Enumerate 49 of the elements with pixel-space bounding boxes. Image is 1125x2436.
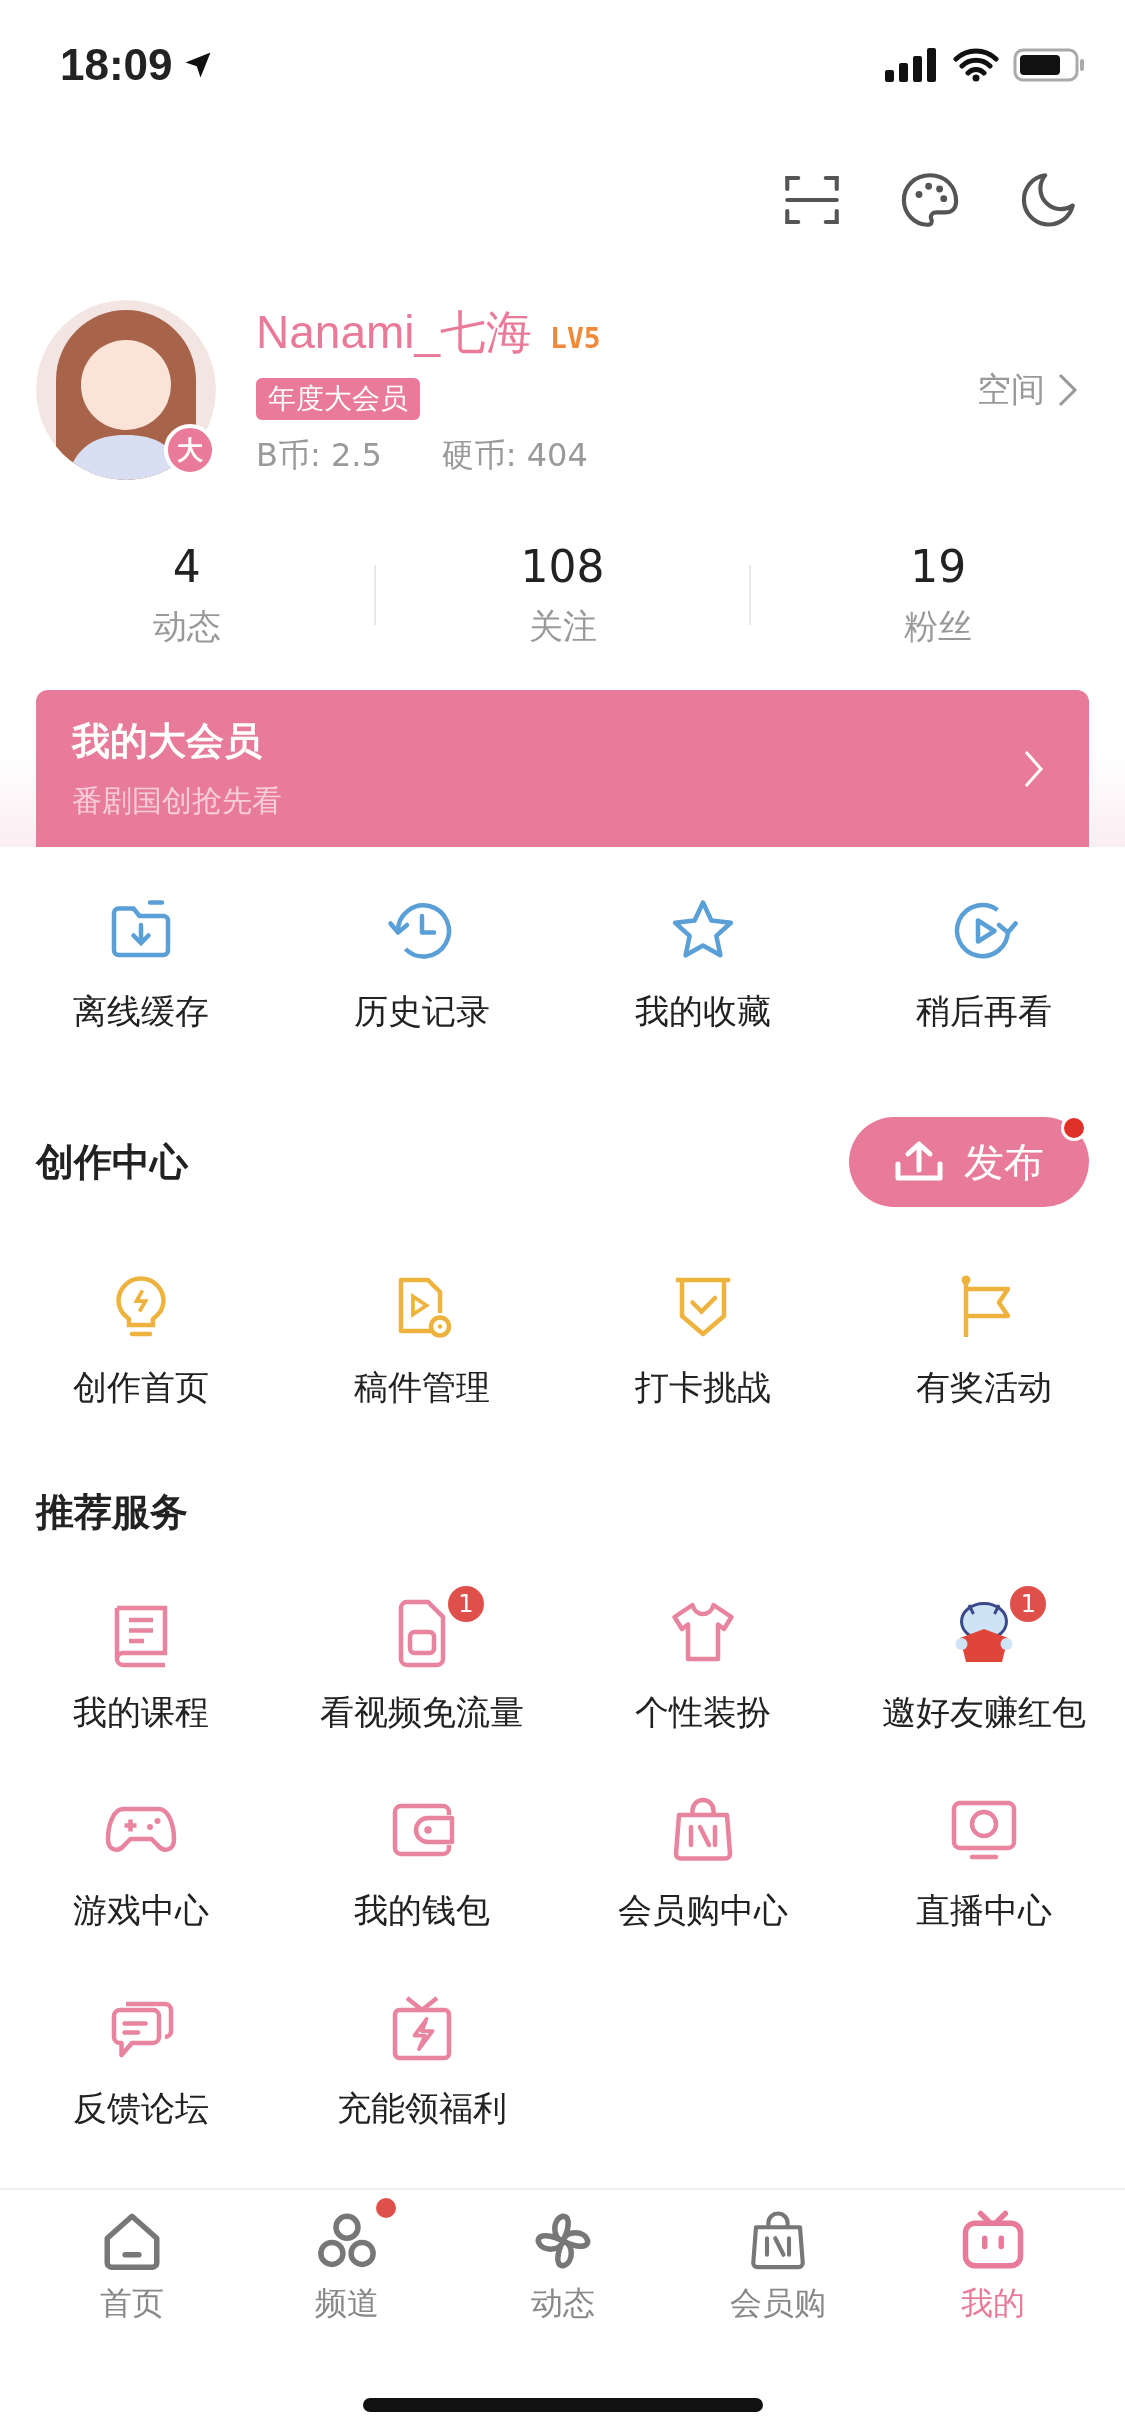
shortcut-button[interactable]: 反馈论坛 (0, 1978, 282, 2132)
shortcut-button[interactable]: 我的收藏 (562, 881, 844, 1117)
count-badge: 1 (447, 1586, 484, 1622)
stat-value: 108 (520, 540, 605, 592)
wifi-icon (953, 48, 999, 82)
signal-icon (885, 48, 939, 82)
shortcut-button[interactable]: 充能领福利 (281, 1978, 563, 2132)
stat-label: 粉丝 (904, 604, 973, 648)
level-label: LV5 (550, 322, 601, 355)
shortcut-button[interactable]: 离线缓存 (0, 881, 282, 1117)
shortcut-button[interactable]: 稿件管理 (281, 1257, 563, 1487)
chevron-icon (1023, 748, 1045, 789)
stat-value: 4 (172, 540, 201, 592)
banner-title: 我的大会员 (72, 717, 263, 765)
tab[interactable]: 会员购 (670, 2196, 886, 2326)
count-badge: 1 (1010, 1586, 1047, 1622)
tab[interactable]: 动态 (454, 2196, 671, 2326)
shortcut-button[interactable]: 历史记录 (281, 881, 563, 1117)
shortcut-button[interactable]: 稍后再看 (843, 881, 1125, 1117)
shortcut-button[interactable]: 游戏中心 (0, 1780, 282, 1934)
shortcut-button[interactable]: 个性装扮 (562, 1582, 844, 1736)
shortcut-button[interactable]: 我的课程 (0, 1582, 282, 1736)
tab[interactable]: 频道 (239, 2196, 455, 2326)
user-name: Nanami_七海 (256, 305, 533, 360)
coin-balance: 硬币: 404 (441, 435, 588, 476)
stat-label: 关注 (528, 604, 597, 648)
stat-value: 19 (910, 540, 967, 592)
stat-label: 动态 (152, 604, 221, 648)
shortcut-button[interactable]: 有奖活动 (843, 1257, 1125, 1487)
battery-icon (1013, 48, 1085, 82)
shortcut-button[interactable]: 我的钱包 (281, 1780, 563, 1934)
stat-button[interactable]: 4 动态 (0, 540, 374, 650)
stat-button[interactable]: 108 关注 (375, 540, 750, 650)
chevron-icon (1057, 372, 1079, 408)
tab[interactable]: 首页 (24, 2196, 240, 2326)
shortcut-button[interactable]: 打卡挑战 (562, 1257, 844, 1487)
stat-button[interactable]: 19 粉丝 (751, 540, 1125, 650)
status-time: 18:09 (60, 40, 173, 90)
b-coin-balance: B币: 2.5 (256, 435, 382, 476)
shortcut-button[interactable]: 1 邀好友赚红包 (843, 1582, 1125, 1736)
vip-tag: 年度大会员 (256, 378, 420, 420)
shortcut-button[interactable]: 1 看视频免流量 (281, 1582, 563, 1736)
section-title: 创作中心 (36, 1138, 188, 1186)
shortcut-button[interactable]: 创作首页 (0, 1257, 282, 1487)
upload-icon (894, 1140, 944, 1184)
banner-subtitle: 番剧国创抢先看 (72, 781, 282, 820)
section-title: 推荐服务 (36, 1489, 188, 1536)
shortcut-button[interactable]: 直播中心 (843, 1780, 1125, 1934)
shortcut-button[interactable]: 会员购中心 (562, 1780, 844, 1934)
